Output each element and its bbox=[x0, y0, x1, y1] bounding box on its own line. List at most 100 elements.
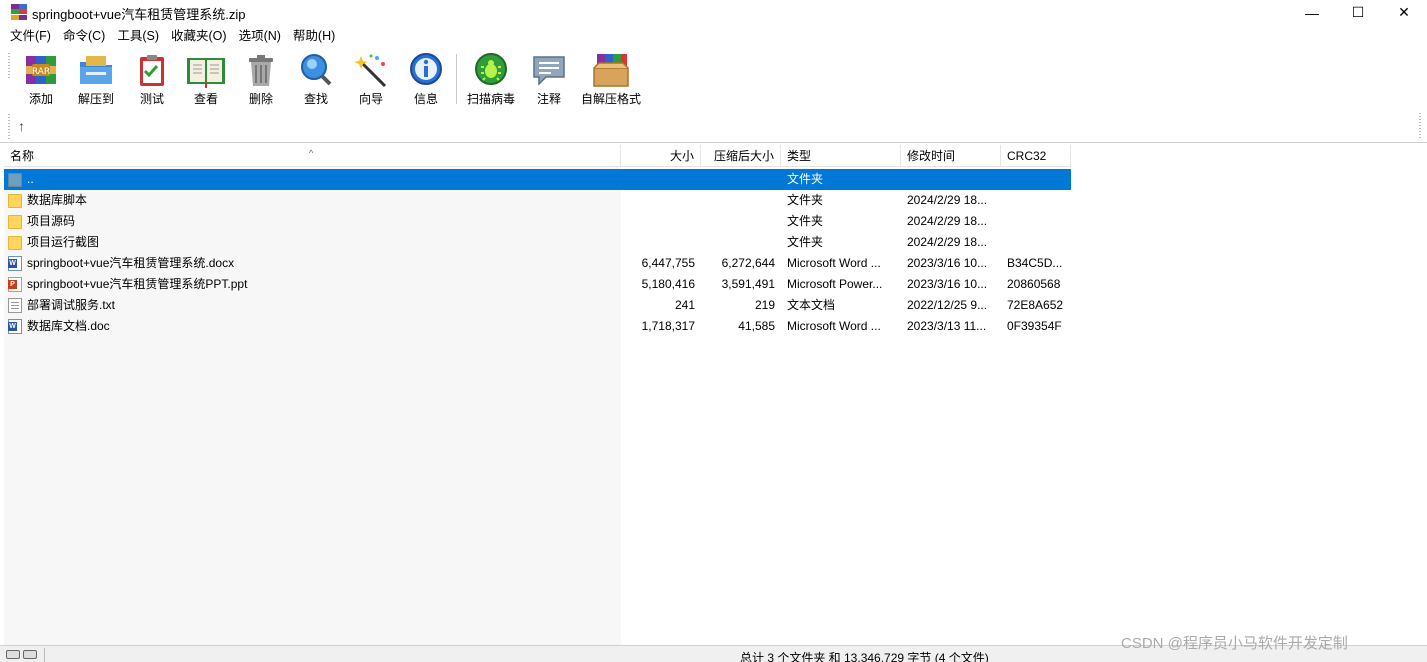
file-modified: 2024/2/29 18... bbox=[907, 214, 988, 228]
winrar-app-icon bbox=[11, 4, 27, 20]
comment-button[interactable]: 注释 bbox=[532, 52, 566, 108]
file-modified: 2022/12/25 9... bbox=[907, 298, 988, 312]
wizard-button[interactable]: 向导 bbox=[353, 52, 389, 108]
file-crc: B34C5D... bbox=[1007, 256, 1063, 270]
file-list: 名称 ^ 大小 压缩后大小 类型 修改时间 CRC32 .. 文件夹 数据库脚本 bbox=[4, 145, 1427, 645]
column-header-name[interactable]: 名称 ^ bbox=[4, 145, 621, 167]
file-modified: 2023/3/13 11... bbox=[907, 319, 987, 333]
file-packed-size: 219 bbox=[754, 298, 775, 312]
add-archive-icon: RAR bbox=[23, 52, 59, 88]
status-icons bbox=[6, 650, 37, 659]
menu-tools[interactable]: 工具(S) bbox=[111, 26, 165, 46]
virus-scan-button[interactable]: 扫描病毒 bbox=[466, 52, 516, 108]
txt-icon bbox=[8, 298, 22, 313]
file-packed-size: 3,591,491 bbox=[721, 277, 775, 291]
info-button[interactable]: 信息 bbox=[408, 52, 444, 108]
folder-icon bbox=[8, 193, 22, 208]
delete-button[interactable]: 删除 bbox=[244, 52, 278, 108]
file-modified: 2023/3/16 10... bbox=[907, 256, 988, 270]
file-type: 文本文档 bbox=[787, 298, 836, 312]
file-size bbox=[621, 232, 701, 253]
file-packed-size bbox=[701, 169, 781, 190]
column-header-modified[interactable]: 修改时间 bbox=[901, 145, 1001, 167]
view-button[interactable]: 查看 bbox=[185, 52, 227, 108]
file-type: 文件夹 bbox=[787, 172, 824, 186]
file-packed-size bbox=[701, 211, 781, 232]
file-size bbox=[621, 190, 701, 211]
file-type: 文件夹 bbox=[787, 214, 824, 228]
add-label: 添加 bbox=[28, 92, 53, 106]
column-name-label: 名称 bbox=[10, 149, 35, 163]
minimize-button[interactable]: — bbox=[1289, 0, 1335, 25]
file-crc bbox=[1001, 211, 1071, 232]
table-row[interactable]: 部署调试服务.txt 241 219 文本文档 2022/12/25 9... … bbox=[4, 295, 1071, 316]
file-modified: 2023/3/16 10... bbox=[907, 277, 988, 291]
test-icon bbox=[134, 52, 170, 88]
menu-help[interactable]: 帮助(H) bbox=[287, 26, 341, 46]
file-crc: 72E8A652 bbox=[1007, 298, 1064, 312]
up-folder-button[interactable]: ↑ bbox=[18, 118, 25, 134]
table-row[interactable]: .. 文件夹 bbox=[4, 169, 1071, 190]
menu-favorites[interactable]: 收藏夹(O) bbox=[165, 26, 233, 46]
title-bar: springboot+vue汽车租赁管理系统.zip — ☐ ✕ bbox=[0, 0, 1427, 25]
column-header-packed[interactable]: 压缩后大小 bbox=[701, 145, 781, 167]
file-size: 5,180,416 bbox=[641, 277, 695, 291]
comment-icon bbox=[531, 52, 567, 88]
folder-icon bbox=[8, 214, 22, 229]
watermark-text: CSDN @程序员小马软件开发定制 bbox=[1121, 635, 1348, 652]
extract-to-button[interactable]: 解压到 bbox=[76, 52, 116, 108]
file-type: 文件夹 bbox=[787, 193, 824, 207]
table-row[interactable]: 项目运行截图 文件夹 2024/2/29 18... bbox=[4, 232, 1071, 253]
list-header: 名称 ^ 大小 压缩后大小 类型 修改时间 CRC32 bbox=[4, 145, 1071, 167]
wizard-label: 向导 bbox=[358, 92, 383, 106]
toolbar-grip[interactable] bbox=[8, 53, 10, 79]
maximize-button[interactable]: ☐ bbox=[1335, 0, 1381, 25]
pathbar-grip[interactable] bbox=[8, 114, 10, 140]
file-size bbox=[621, 169, 701, 190]
file-type: Microsoft Word ... bbox=[787, 256, 881, 270]
file-type: 文件夹 bbox=[787, 235, 824, 249]
menu-file[interactable]: 文件(F) bbox=[4, 26, 57, 46]
file-size: 6,447,755 bbox=[641, 256, 695, 270]
sfx-button[interactable]: 自解压格式 bbox=[580, 52, 642, 108]
column-header-size[interactable]: 大小 bbox=[621, 145, 701, 167]
menu-options[interactable]: 选项(N) bbox=[233, 26, 287, 46]
ppt-icon bbox=[8, 277, 22, 292]
table-row[interactable]: 项目源码 文件夹 2024/2/29 18... bbox=[4, 211, 1071, 232]
file-crc: 0F39354F bbox=[1007, 319, 1062, 333]
test-label: 测试 bbox=[139, 92, 164, 106]
drive-icon[interactable] bbox=[6, 650, 20, 659]
file-name: 部署调试服务.txt bbox=[27, 298, 116, 312]
table-row[interactable]: 数据库脚本 文件夹 2024/2/29 18... bbox=[4, 190, 1071, 211]
test-button[interactable]: 测试 bbox=[134, 52, 170, 108]
extract-to-icon bbox=[78, 52, 114, 88]
wizard-wand-icon bbox=[353, 52, 389, 88]
svg-text:RAR: RAR bbox=[32, 67, 50, 77]
sfx-icon bbox=[591, 52, 631, 88]
add-button[interactable]: RAR 添加 bbox=[22, 52, 60, 108]
toolbar: RAR 添加 解压到 测试 查看 删除 查找 向导 信息 扫描病毒 注释 自解压… bbox=[0, 47, 1427, 139]
file-packed-size: 41,585 bbox=[738, 319, 775, 333]
file-name: 数据库文档.doc bbox=[27, 319, 110, 333]
file-modified bbox=[901, 169, 1001, 190]
virus-scan-label: 扫描病毒 bbox=[466, 92, 515, 106]
file-name: 数据库脚本 bbox=[27, 193, 88, 207]
updir-icon bbox=[8, 172, 22, 187]
doc-icon bbox=[8, 256, 22, 271]
menu-commands[interactable]: 命令(C) bbox=[57, 26, 111, 46]
info-icon bbox=[408, 52, 444, 88]
key-icon[interactable] bbox=[23, 650, 37, 659]
find-button[interactable]: 查找 bbox=[298, 52, 334, 108]
window-title: springboot+vue汽车租赁管理系统.zip bbox=[32, 7, 246, 22]
file-name: .. bbox=[27, 172, 34, 186]
file-size bbox=[621, 211, 701, 232]
file-size: 1,718,317 bbox=[641, 319, 695, 333]
column-header-type[interactable]: 类型 bbox=[781, 145, 901, 167]
table-row[interactable]: 数据库文档.doc 1,718,317 41,585 Microsoft Wor… bbox=[4, 316, 1071, 337]
close-button[interactable]: ✕ bbox=[1381, 0, 1427, 25]
table-row[interactable]: springboot+vue汽车租赁管理系统.docx 6,447,755 6,… bbox=[4, 253, 1071, 274]
toolbar-separator bbox=[456, 54, 457, 104]
file-name: springboot+vue汽车租赁管理系统.docx bbox=[27, 256, 235, 270]
column-header-crc[interactable]: CRC32 bbox=[1001, 145, 1071, 167]
table-row[interactable]: springboot+vue汽车租赁管理系统PPT.ppt 5,180,416 … bbox=[4, 274, 1071, 295]
